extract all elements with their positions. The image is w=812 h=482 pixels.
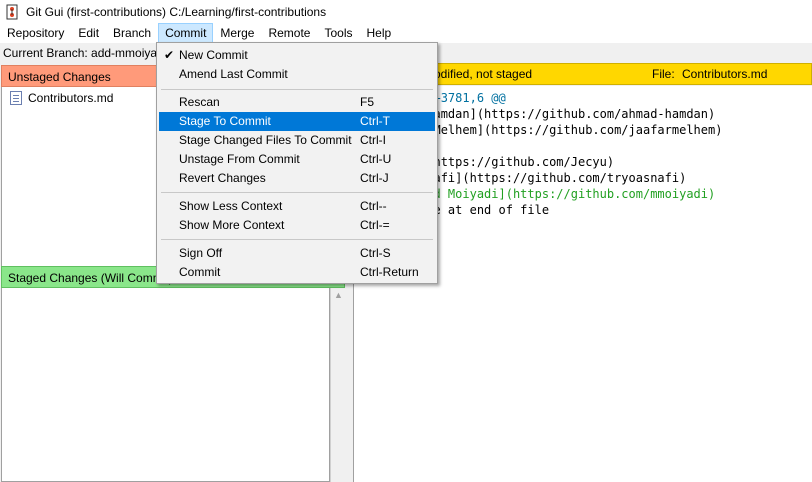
git-logo-icon — [5, 4, 19, 20]
menu-item-shortcut: Ctrl-I — [360, 133, 386, 147]
menu-item-shortcut: Ctrl-- — [360, 199, 387, 213]
menu-item-shortcut: Ctrl-U — [360, 152, 392, 166]
menu-item-commit[interactable]: Commit Ctrl-Return — [159, 263, 435, 282]
menu-separator — [161, 89, 433, 90]
menu-item-unstage-from-commit[interactable]: Unstage From Commit Ctrl-U — [159, 150, 435, 169]
menu-item-label: Commit — [179, 265, 221, 279]
menu-item-show-less-context[interactable]: Show Less Context Ctrl-- — [159, 197, 435, 216]
menu-item-label: Stage Changed Files To Commit — [179, 133, 352, 147]
diff-status: Modified, not staged — [424, 67, 533, 81]
vertical-scrollbar[interactable]: ▲ — [330, 288, 346, 482]
menu-item-label: Revert Changes — [179, 171, 266, 185]
staged-file-list — [1, 288, 330, 482]
menu-item-stage-changed-files[interactable]: Stage Changed Files To Commit Ctrl-I — [159, 131, 435, 150]
menu-item-label: Rescan — [179, 95, 220, 109]
menu-item-label: Show Less Context — [179, 199, 283, 213]
menu-help[interactable]: Help — [359, 23, 398, 43]
menu-item-shortcut: Ctrl-T — [360, 114, 390, 128]
menu-item-rescan[interactable]: Rescan F5 — [159, 93, 435, 112]
scroll-up-icon[interactable]: ▲ — [334, 290, 343, 300]
title-bar: Git Gui (first-contributions) C:/Learnin… — [0, 0, 812, 23]
menu-bar: Repository Edit Branch Commit Merge Remo… — [0, 23, 812, 43]
menu-item-stage-to-commit[interactable]: Stage To Commit Ctrl-T — [159, 112, 435, 131]
menu-item-new-commit[interactable]: ✔ New Commit — [159, 46, 435, 65]
menu-item-label: Unstage From Commit — [179, 152, 300, 166]
menu-item-label: Show More Context — [179, 218, 285, 232]
menu-item-revert-changes[interactable]: Revert Changes Ctrl-J — [159, 169, 435, 188]
check-icon: ✔ — [164, 48, 175, 62]
menu-remote[interactable]: Remote — [261, 23, 317, 43]
menu-item-sign-off[interactable]: Sign Off Ctrl-S — [159, 244, 435, 263]
menu-tools[interactable]: Tools — [317, 23, 359, 43]
menu-edit[interactable]: Edit — [71, 23, 106, 43]
menu-item-label: Sign Off — [179, 246, 223, 260]
menu-item-amend-last-commit[interactable]: Amend Last Commit — [159, 65, 435, 84]
diff-file-label: File: — [652, 67, 675, 81]
menu-separator — [161, 239, 433, 240]
menu-item-shortcut: Ctrl-S — [360, 246, 391, 260]
menu-item-label: New Commit — [179, 48, 248, 62]
menu-item-shortcut: Ctrl-Return — [360, 265, 419, 279]
menu-item-shortcut: F5 — [360, 95, 375, 109]
menu-repository[interactable]: Repository — [0, 23, 71, 43]
file-icon[interactable] — [10, 91, 22, 105]
file-name[interactable]: Contributors.md — [28, 91, 113, 105]
menu-branch[interactable]: Branch — [106, 23, 158, 43]
menu-item-show-more-context[interactable]: Show More Context Ctrl-= — [159, 216, 435, 235]
menu-merge[interactable]: Merge — [213, 23, 261, 43]
menu-item-label: Amend Last Commit — [179, 67, 288, 81]
menu-item-shortcut: Ctrl-J — [360, 171, 389, 185]
menu-item-label: Stage To Commit — [179, 114, 271, 128]
menu-item-shortcut: Ctrl-= — [360, 218, 390, 232]
window-title: Git Gui (first-contributions) C:/Learnin… — [26, 4, 327, 19]
menu-separator — [161, 192, 433, 193]
diff-file-name: Contributors.md — [682, 67, 768, 81]
menu-commit[interactable]: Commit — [158, 23, 214, 43]
commit-menu-dropdown: ✔ New Commit Amend Last Commit Rescan F5… — [156, 42, 438, 284]
